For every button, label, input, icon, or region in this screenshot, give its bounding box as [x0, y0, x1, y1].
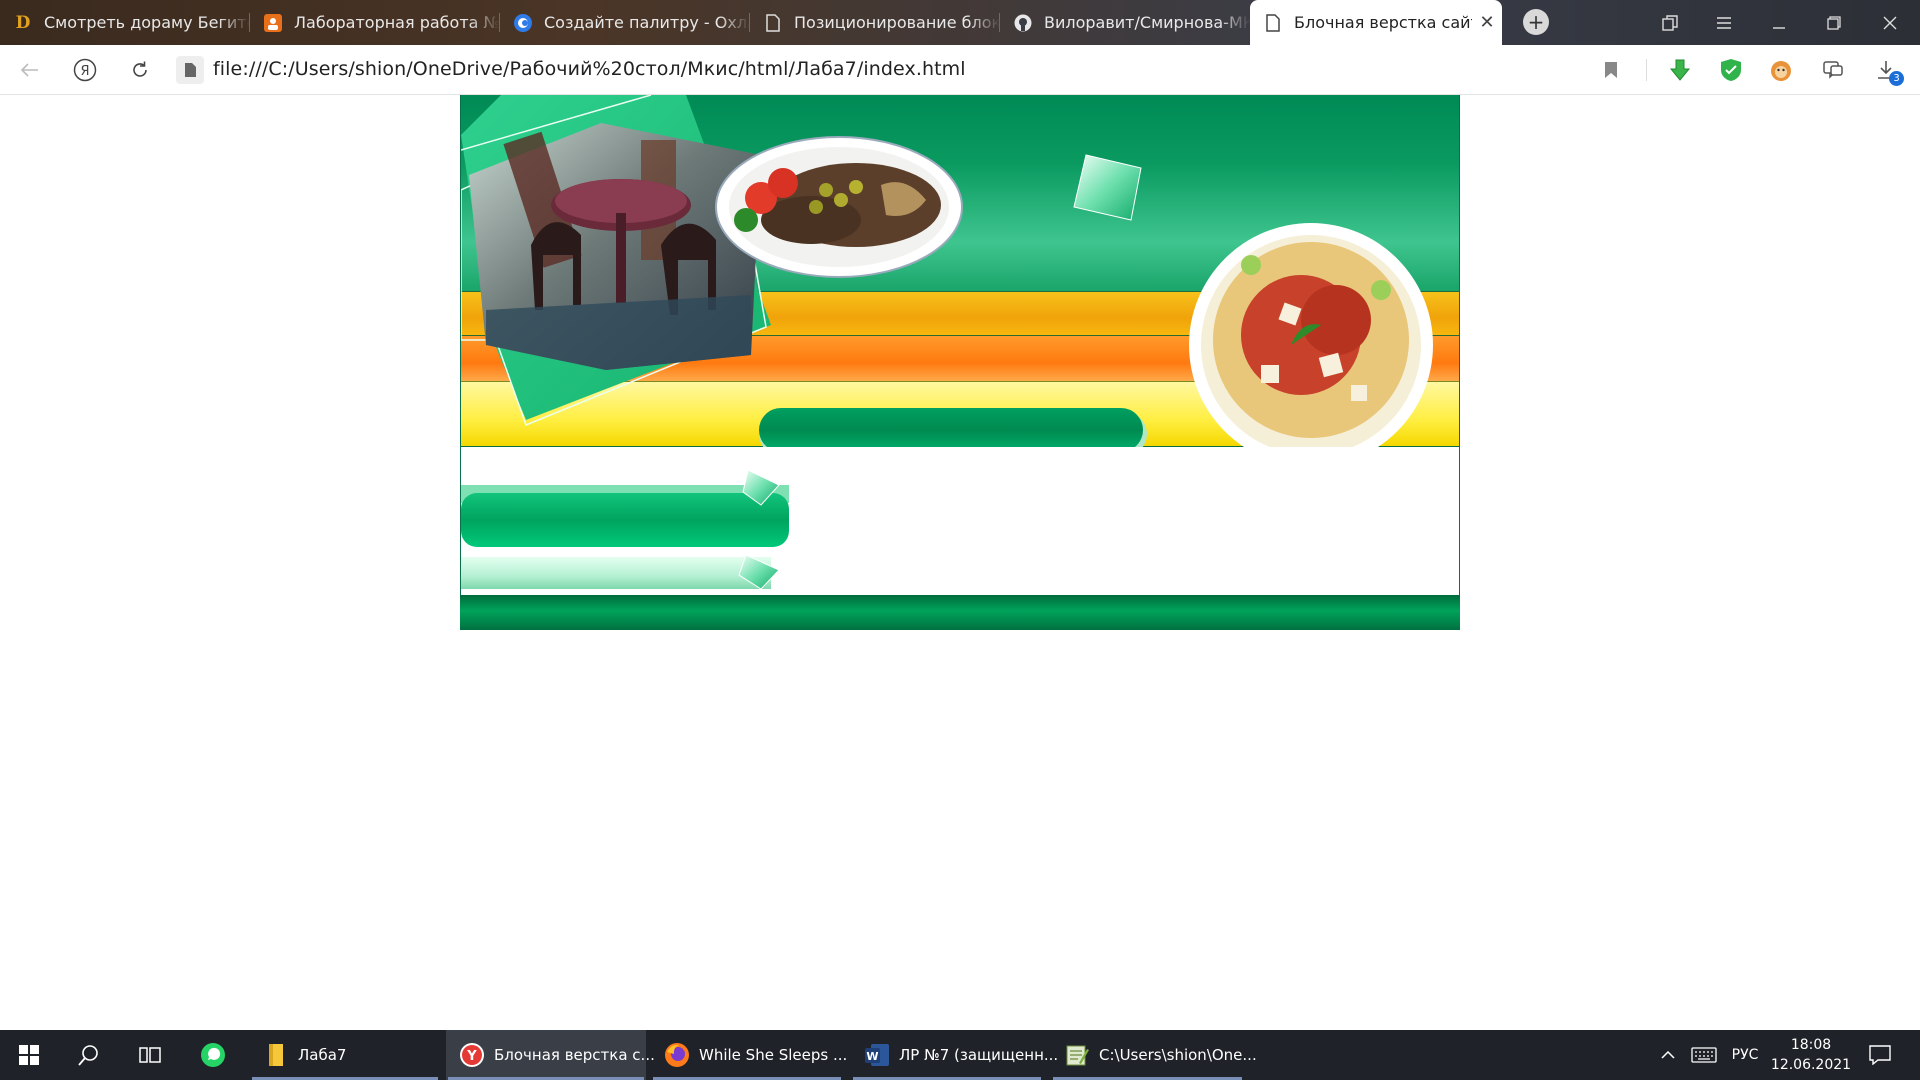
site-footer	[460, 595, 1460, 630]
bookmark-icon[interactable]	[1598, 57, 1624, 83]
taskbar-item-label: ЛР №7 (защищенн...	[899, 1046, 1059, 1064]
tabs-manager-icon[interactable]	[1648, 0, 1692, 45]
restore-icon[interactable]	[1812, 0, 1856, 45]
coolors-icon	[514, 13, 532, 32]
steak-plate	[715, 136, 963, 278]
task-view-button[interactable]	[122, 1030, 178, 1080]
tab-github[interactable]: Вилоравит/Смирнова-МК	[1000, 0, 1250, 45]
search-button[interactable]	[62, 1030, 116, 1080]
firefox-icon	[663, 1041, 691, 1069]
back-icon[interactable]	[16, 57, 42, 83]
diamond-decoration	[1073, 154, 1142, 221]
d-logo-icon: D	[15, 12, 31, 33]
chat-icon[interactable]	[1820, 57, 1846, 83]
taskbar-item-label: While She Sleeps ...	[699, 1046, 848, 1064]
taskbar-item-label: Блочная верстка с...	[494, 1046, 655, 1064]
tab-label: Лабораторная работа №7	[294, 13, 500, 32]
search-icon	[78, 1045, 98, 1066]
tab-label: Смотреть дораму Бегите!	[44, 13, 250, 32]
reload-icon[interactable]	[127, 57, 153, 83]
taskbar-item-folder[interactable]: Лаба7	[250, 1030, 440, 1080]
whatsapp-button[interactable]	[185, 1030, 241, 1080]
divider	[1646, 59, 1647, 81]
url-field[interactable]: file:///C:/Users/shion/OneDrive/Рабочий%…	[213, 58, 966, 80]
page-icon	[764, 13, 782, 32]
tab-strip: D Смотреть дораму Бегите! Лабораторная р…	[0, 0, 1920, 45]
download-arrow-extension-icon[interactable]	[1667, 57, 1693, 83]
language-indicator[interactable]: РУС	[1726, 1030, 1764, 1080]
header-decoration	[461, 95, 1433, 447]
windows-icon	[19, 1045, 39, 1065]
address-bar: Я file:///C:/Users/shion/OneDrive/Рабочи…	[0, 45, 1920, 95]
taskbar: Лаба7 Y Блочная верстка с... While She S…	[0, 1030, 1920, 1080]
minimize-icon[interactable]	[1757, 0, 1801, 45]
start-button[interactable]	[0, 1030, 58, 1080]
yandex-icon[interactable]: Я	[72, 57, 98, 83]
tab-lab7[interactable]: Лабораторная работа №7	[250, 0, 500, 45]
notepad-icon	[1063, 1041, 1091, 1069]
page-icon	[1264, 13, 1282, 32]
clock[interactable]: 18:08 12.06.2021	[1770, 1030, 1852, 1080]
taskbar-item-firefox[interactable]: While She Sleeps ...	[651, 1030, 847, 1080]
tab-coolors[interactable]: Создайте палитру - Охлад	[500, 0, 750, 45]
svg-text:Y: Y	[466, 1049, 477, 1064]
tab-label: Блочная верстка сайта	[1294, 13, 1472, 32]
file-page-icon[interactable]	[176, 56, 204, 84]
downloads-icon[interactable]: 3	[1873, 57, 1904, 86]
restaurant-photo	[469, 123, 761, 370]
taskbar-item-word[interactable]: W ЛР №7 (защищенн...	[851, 1030, 1058, 1080]
task-view-icon	[139, 1047, 161, 1063]
yandex-browser-icon: Y	[458, 1041, 486, 1069]
site-content	[460, 447, 1460, 595]
whatsapp-icon	[201, 1043, 225, 1067]
taskbar-item-label: C:\Users\shion\One...	[1099, 1046, 1257, 1064]
clock-date: 12.06.2021	[1770, 1057, 1852, 1073]
tab-label: Создайте палитру - Охлад	[544, 13, 750, 32]
site-container	[460, 95, 1460, 630]
close-icon[interactable]: ✕	[1472, 12, 1502, 33]
taskbar-item-yandex[interactable]: Y Блочная верстка с...	[446, 1030, 655, 1080]
tab-positioning[interactable]: Позиционирование блоков	[750, 0, 1000, 45]
clock-time: 18:08	[1790, 1036, 1832, 1053]
pasta-plate	[1189, 223, 1433, 447]
menu-icon[interactable]	[1702, 0, 1746, 45]
new-tab-button[interactable]: +	[1523, 9, 1549, 35]
content-decoration	[461, 469, 789, 590]
word-icon: W	[863, 1041, 891, 1069]
svg-text:Я: Я	[80, 64, 89, 79]
folder-icon	[262, 1041, 290, 1069]
taskbar-item-label: Лаба7	[298, 1046, 347, 1064]
notifications-icon[interactable]	[1864, 1030, 1896, 1080]
taskbar-item-notepad[interactable]: C:\Users\shion\One...	[1051, 1030, 1257, 1080]
tab-label: Вилоравит/Смирнова-МК	[1044, 13, 1250, 32]
shield-icon[interactable]	[1718, 57, 1744, 83]
close-window-icon[interactable]	[1868, 0, 1912, 45]
tab-block-layout[interactable]: Блочная верстка сайта ✕	[1250, 0, 1502, 45]
tab-dorama[interactable]: D Смотреть дораму Бегите!	[0, 0, 250, 45]
download-count-badge: 3	[1889, 71, 1904, 86]
keyboard-icon[interactable]	[1688, 1030, 1720, 1080]
chevron-up-icon[interactable]	[1655, 1030, 1681, 1080]
tab-label: Позиционирование блоков	[794, 13, 1000, 32]
monkey-extension-icon[interactable]	[1768, 57, 1794, 83]
site-header	[460, 95, 1460, 447]
svg-text:W: W	[866, 1050, 878, 1063]
github-icon	[1014, 14, 1032, 32]
orange-profile-icon	[264, 13, 282, 32]
